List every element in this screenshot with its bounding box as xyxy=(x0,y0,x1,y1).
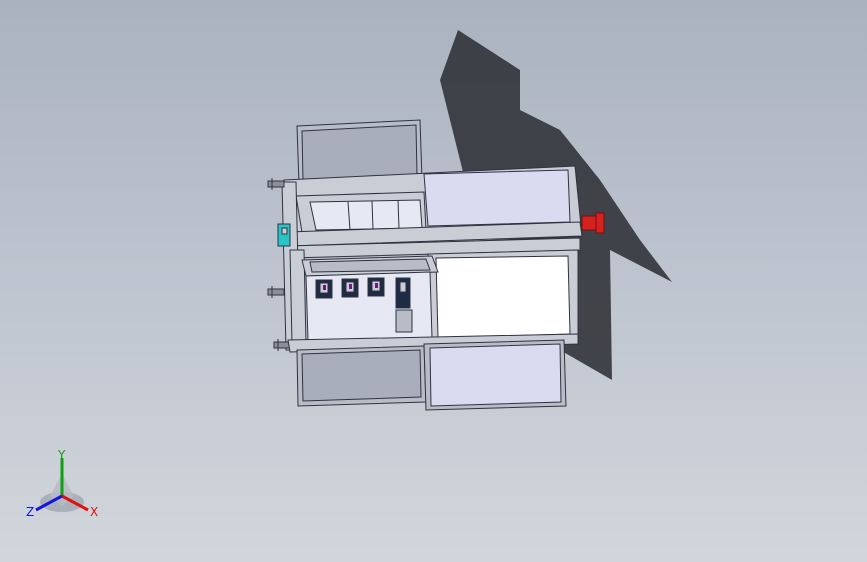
x-axis-label: X xyxy=(90,505,98,519)
y-axis-label: Y xyxy=(57,448,66,462)
clamp-fixture-4[interactable] xyxy=(395,277,413,333)
z-axis-label: Z xyxy=(26,505,34,519)
graphics-viewport[interactable]: Y X Z xyxy=(0,0,867,562)
work-surface-panel[interactable] xyxy=(427,249,579,345)
clamp-fixture-1[interactable] xyxy=(315,279,333,299)
lower-drawer-left[interactable] xyxy=(296,345,427,407)
clamp-fixture-3[interactable] xyxy=(367,277,385,297)
main-frame[interactable] xyxy=(283,165,583,259)
lower-drawer-right[interactable] xyxy=(423,339,567,411)
clamp-fixture-2[interactable] xyxy=(341,278,359,298)
axis-triad: Y X Z xyxy=(26,448,98,519)
cad-model-canvas[interactable] xyxy=(0,0,867,562)
leveling-foot-middle[interactable] xyxy=(267,286,285,298)
leveling-foot-top[interactable] xyxy=(267,178,285,190)
red-handle[interactable] xyxy=(581,212,605,234)
control-box[interactable] xyxy=(277,223,291,247)
